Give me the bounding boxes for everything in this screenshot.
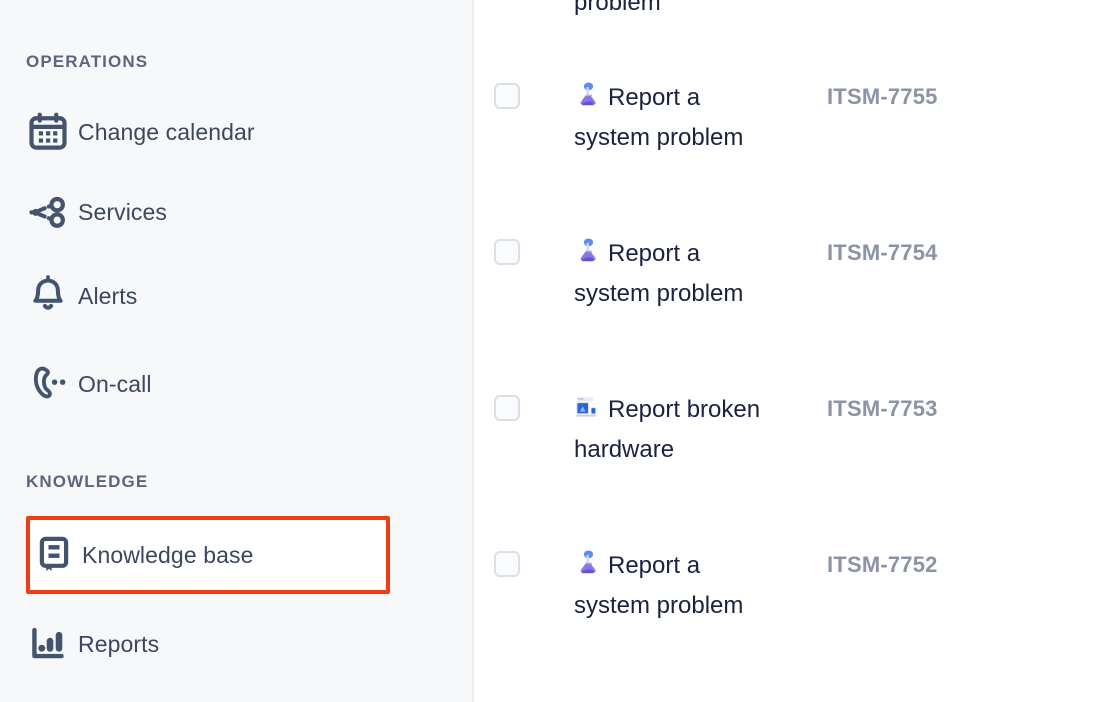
- issue-summary-cell[interactable]: Report a system problem: [574, 546, 774, 626]
- sidebar-item-alerts[interactable]: Alerts: [26, 268, 390, 324]
- issue-summary-cell[interactable]: Report a system problem: [574, 234, 774, 314]
- sidebar: OPERATIONS Change calendar: [0, 0, 474, 702]
- sidebar-item-label: Change calendar: [78, 119, 255, 146]
- sidebar-item-label: Knowledge base: [82, 542, 253, 569]
- sidebar-item-change-calendar[interactable]: Change calendar: [26, 104, 390, 160]
- sidebar-item-services[interactable]: Services: [26, 184, 390, 240]
- row-checkbox[interactable]: [494, 83, 520, 109]
- bell-icon: [26, 274, 78, 318]
- sidebar-item-label: On-call: [78, 371, 152, 398]
- row-checkbox[interactable]: [494, 551, 520, 577]
- book-icon: [30, 533, 82, 577]
- sidebar-item-reports[interactable]: Reports: [26, 616, 390, 672]
- services-nodes-icon: [26, 190, 78, 234]
- issue-key[interactable]: ITSM-7755: [827, 84, 938, 110]
- sidebar-section-header-knowledge: KNOWLEDGE: [26, 472, 148, 492]
- devices-icon: [574, 394, 600, 422]
- issue-key[interactable]: ITSM-7754: [827, 240, 938, 266]
- flask-icon: [574, 82, 600, 110]
- issue-title[interactable]: Report a system problem: [574, 78, 774, 158]
- partial-issue-title-overflow: problem: [574, 0, 661, 23]
- issue-summary-cell[interactable]: Report a system problem: [574, 78, 774, 158]
- bar-chart-icon: [26, 622, 78, 666]
- calendar-icon: [26, 110, 78, 154]
- issue-key[interactable]: ITSM-7752: [827, 552, 938, 578]
- row-checkbox[interactable]: [494, 395, 520, 421]
- sidebar-item-knowledge-base[interactable]: Knowledge base: [26, 516, 390, 594]
- issue-title[interactable]: Report a system problem: [574, 234, 774, 314]
- issue-summary-cell[interactable]: Report broken hardware: [574, 390, 774, 470]
- flask-icon: [574, 550, 600, 578]
- sidebar-item-label: Services: [78, 199, 167, 226]
- row-checkbox[interactable]: [494, 239, 520, 265]
- app-root: OPERATIONS Change calendar: [0, 0, 1110, 702]
- sidebar-item-on-call[interactable]: On-call: [26, 356, 390, 412]
- issue-list-panel: problem Report a system problem ITSM-775…: [474, 0, 1110, 702]
- issue-title[interactable]: Report broken hardware: [574, 390, 774, 470]
- phone-oncall-icon: [26, 362, 78, 406]
- flask-icon: [574, 238, 600, 266]
- sidebar-item-label: Alerts: [78, 283, 137, 310]
- sidebar-item-label: Reports: [78, 631, 159, 658]
- sidebar-section-header-operations: OPERATIONS: [26, 52, 148, 72]
- issue-title[interactable]: Report a system problem: [574, 546, 774, 626]
- issue-key[interactable]: ITSM-7753: [827, 396, 938, 422]
